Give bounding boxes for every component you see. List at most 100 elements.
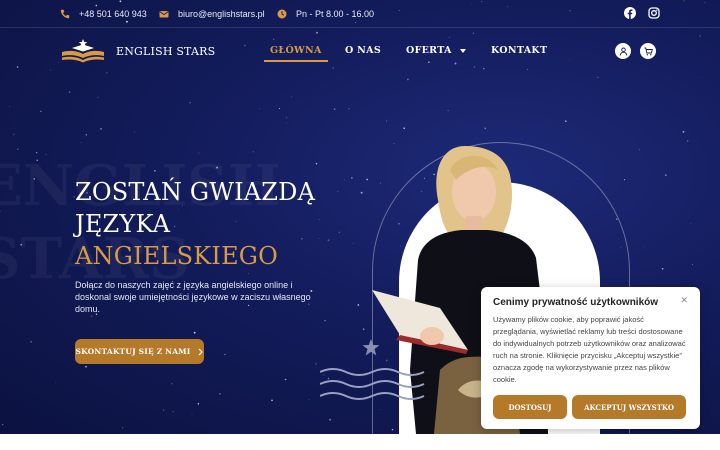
star-dot [308,399,310,401]
decorative-waves [320,368,425,400]
hero-section: ENGLISH STARS +48 501 640 943 biuro@engl… [0,0,720,434]
email-address: biuro@englishstars.pl [178,9,265,19]
instagram-icon[interactable] [648,7,660,19]
star-dot [357,304,360,306]
star-dot [483,67,485,70]
star-dot [85,365,87,368]
email-info[interactable]: biuro@englishstars.pl [159,9,265,19]
chevron-right-icon [199,348,204,355]
star-dot [687,140,689,142]
star-dot [1,423,4,426]
star-dot [30,340,33,343]
brand-logo[interactable]: ENGLISH STARS [60,38,215,64]
book-star-logo-icon [62,39,104,63]
nav-item-about[interactable]: O NAS [345,45,381,56]
star-dot [13,133,15,136]
star-dot [85,134,87,136]
star-dot [285,116,288,119]
star-dot [682,130,685,133]
cookie-actions: DOSTOSUJ AKCEPTUJ WSZYSTKO [493,395,686,419]
star-dot [624,179,626,181]
star-dot [316,31,318,34]
star-dot [351,177,353,179]
accept-all-cookies-button[interactable]: AKCEPTUJ WSZYSTKO [572,395,686,419]
star-dot [224,353,226,356]
star-dot [171,383,173,385]
nav-item-contact[interactable]: KONTAKT [491,45,547,56]
star-dot [163,409,165,411]
star-dot [315,163,318,165]
star-dot [278,107,281,109]
star-dot [68,91,71,93]
star-dot [484,127,487,130]
star-dot [315,363,317,365]
star-dot [403,127,406,130]
close-icon[interactable]: ✕ [680,295,688,306]
star-dot [197,402,200,405]
facebook-icon[interactable] [624,7,636,19]
cookie-consent-dialog: Cenimy prywatność użytkowników ✕ Używamy… [481,287,700,429]
star-dot [639,149,641,150]
headline-line-3: ANGIELSKIEGO [75,242,279,270]
nav-item-home[interactable]: GŁÓWNA [264,45,328,62]
phone-number: +48 501 640 943 [79,9,147,19]
clock-icon [277,9,287,19]
opening-hours: Pn - Pt 8.00 - 16.00 [296,9,375,19]
star-dot [122,427,124,429]
cookie-text: Używamy plików cookie, aby poprawić jako… [493,315,686,384]
contact-us-button[interactable]: SKONTAKTUJ SIĘ Z NAMI [75,339,204,364]
star-dot [284,378,287,381]
star-dot [352,243,354,244]
star-dot [643,246,645,248]
nav-item-offer-label: OFERTA [406,45,452,56]
star-dot [329,418,332,421]
star-dot [701,76,703,78]
star-icon [362,339,380,356]
star-dot [343,179,345,181]
contact-topbar: +48 501 640 943 biuro@englishstars.pl Pn… [0,0,720,28]
star-dot [219,393,221,395]
star-dot [133,131,135,133]
star-dot [172,411,174,413]
star-dot [333,108,336,110]
star-dot [324,320,326,322]
star-dot [447,109,449,112]
star-dot [40,110,42,113]
main-navigation: ENGLISH STARS GŁÓWNA O NAS OFERTA KONTAK… [0,36,720,68]
star-dot [80,142,82,143]
star-dot [97,96,99,98]
star-dot [360,191,363,194]
account-button[interactable] [615,43,631,59]
star-dot [348,108,350,110]
star-dot [597,76,599,78]
cookie-title: Cenimy prywatność użytkowników [493,297,659,308]
star-dot [90,315,93,318]
phone-info[interactable]: +48 501 640 943 [60,9,147,19]
star-dot [691,263,693,265]
phone-icon [60,9,70,19]
cart-icon [644,47,653,55]
cart-button[interactable] [640,43,656,59]
user-icon [619,47,627,56]
hero-description: Dołącz do naszych zajęć z języka angiels… [75,280,311,314]
star-dot [100,128,102,130]
star-dot [362,328,365,330]
star-dot [286,122,287,124]
headline-line-2: JĘZYKA [75,210,171,238]
star-dot [318,238,320,239]
star-dot [50,69,52,71]
social-links [624,7,660,19]
star-dot [327,239,330,242]
star-dot [664,174,667,176]
star-dot [565,120,567,122]
star-dot [661,267,664,270]
star-dot [189,101,191,104]
customize-cookies-button[interactable]: DOSTOSUJ [493,395,567,419]
star-dot [472,32,475,34]
star-dot [407,78,409,81]
star-dot [703,426,704,428]
nav-item-offer[interactable]: OFERTA [406,45,466,56]
star-dot [527,69,528,70]
chevron-down-icon [459,48,466,53]
star-dot [338,231,341,234]
